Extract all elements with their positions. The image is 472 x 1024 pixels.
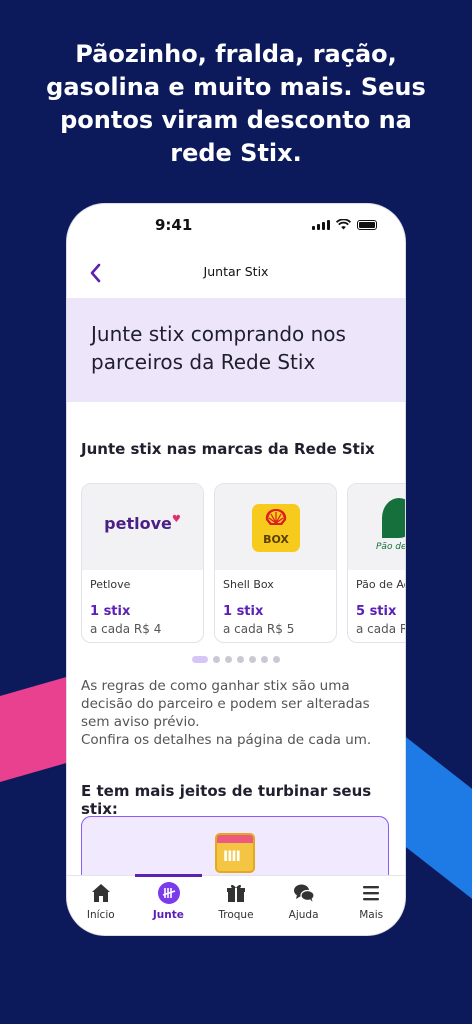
tab-junte[interactable]: Junte (134, 874, 203, 935)
tab-ajuda[interactable]: Ajuda (270, 876, 338, 935)
home-icon (92, 884, 110, 902)
cellular-signal-icon (312, 219, 330, 230)
rules-line: sem aviso prévio. (81, 714, 200, 730)
status-time: 9:41 (155, 216, 193, 234)
nav-header: Juntar Stix (67, 248, 405, 300)
box-label: BOX (263, 533, 289, 546)
pagination-dot[interactable] (261, 656, 268, 663)
partner-logo-area: Pão de Açúcar (348, 484, 405, 570)
phone-screen: 9:41 Juntar Stix Junte stix comprando no… (67, 204, 405, 935)
chat-icon (293, 884, 315, 902)
partner-card-shell-box[interactable]: BOX Shell Box 1 stix a cada R$ 5 (214, 483, 337, 643)
petlove-logo: petlove♥ (104, 514, 181, 533)
headline-line-1: Pãozinho, fralda, ração, (75, 40, 397, 68)
partner-stix: 5 stix (356, 604, 397, 619)
shell-box-logo: BOX (252, 504, 300, 552)
pagination-dot[interactable] (237, 656, 244, 663)
pagination-dot[interactable] (273, 656, 280, 663)
partner-name: Pão de Açúcar (356, 578, 405, 591)
battery-icon (357, 219, 377, 230)
headline-line-2: gasolina e muito mais. Seus (46, 73, 426, 101)
headline-line-3: pontos viram desconto na (60, 106, 412, 134)
partner-stix: 1 stix (90, 604, 131, 619)
status-bar: 9:41 (67, 204, 405, 248)
wifi-icon (336, 219, 351, 230)
partner-logo-area: BOX (215, 484, 336, 570)
menu-icon (363, 886, 380, 901)
shell-icon (265, 509, 287, 525)
carousel-pagination[interactable] (67, 656, 405, 663)
tab-troque[interactable]: Troque (202, 876, 270, 935)
partner-card-pao-de-acucar[interactable]: Pão de Açúcar Pão de Açúcar 5 stix a cad… (347, 483, 405, 643)
rules-line: As regras de como ganhar stix são uma (81, 678, 350, 694)
partner-rate: a cada R$ (356, 622, 405, 636)
tab-label: Troque (218, 909, 254, 921)
partner-carousel[interactable]: petlove♥ Petlove 1 stix a cada R$ 4 BOX … (81, 483, 405, 645)
partner-card-petlove[interactable]: petlove♥ Petlove 1 stix a cada R$ 4 (81, 483, 204, 643)
nav-title: Juntar Stix (203, 264, 269, 279)
pagination-dot[interactable] (213, 656, 220, 663)
tab-mais[interactable]: Mais (337, 876, 405, 935)
rules-disclaimer: As regras de como ganhar stix são uma de… (81, 677, 381, 749)
rules-line: Confira os detalhes na página de cada um… (81, 732, 372, 748)
headline-line-4: rede Stix. (170, 139, 302, 167)
active-tab-indicator (134, 874, 203, 877)
partner-stix: 1 stix (223, 604, 264, 619)
more-ways-title: E tem mais jeitos de turbinar seus stix: (81, 782, 372, 818)
partner-rate: a cada R$ 4 (90, 622, 162, 636)
tab-label: Mais (359, 909, 384, 921)
hero-banner: Junte stix comprando nos parceiros da Re… (67, 298, 405, 402)
tab-label: Início (86, 909, 115, 921)
calendar-icon: IIII (215, 833, 255, 873)
partner-name: Shell Box (223, 578, 274, 591)
brands-section-title: Junte stix nas marcas da Rede Stix (81, 440, 375, 458)
gift-icon (227, 884, 246, 902)
bottom-tab-bar: Início Junte Troque Ajuda Mais (67, 874, 405, 935)
tab-label: Junte (152, 909, 184, 921)
decorative-blue-shape (398, 730, 472, 920)
pagination-dot-active[interactable] (192, 656, 208, 663)
partner-logo-area: petlove♥ (82, 484, 203, 570)
pagination-dot[interactable] (249, 656, 256, 663)
partner-name: Petlove (90, 578, 131, 591)
pagination-dot[interactable] (225, 656, 232, 663)
rules-line: decisão do parceiro e podem ser alterada… (81, 696, 370, 712)
partner-rate: a cada R$ 5 (223, 622, 295, 636)
status-icons (312, 219, 377, 230)
marketing-headline: Pãozinho, fralda, ração, gasolina e muit… (20, 38, 452, 170)
hero-title: Junte stix comprando nos parceiros da Re… (91, 322, 346, 374)
pao-de-acucar-logo: Pão de Açúcar (376, 498, 405, 558)
stix-collect-icon (157, 882, 180, 904)
tab-label: Ajuda (288, 909, 319, 921)
tab-inicio[interactable]: Início (67, 876, 135, 935)
